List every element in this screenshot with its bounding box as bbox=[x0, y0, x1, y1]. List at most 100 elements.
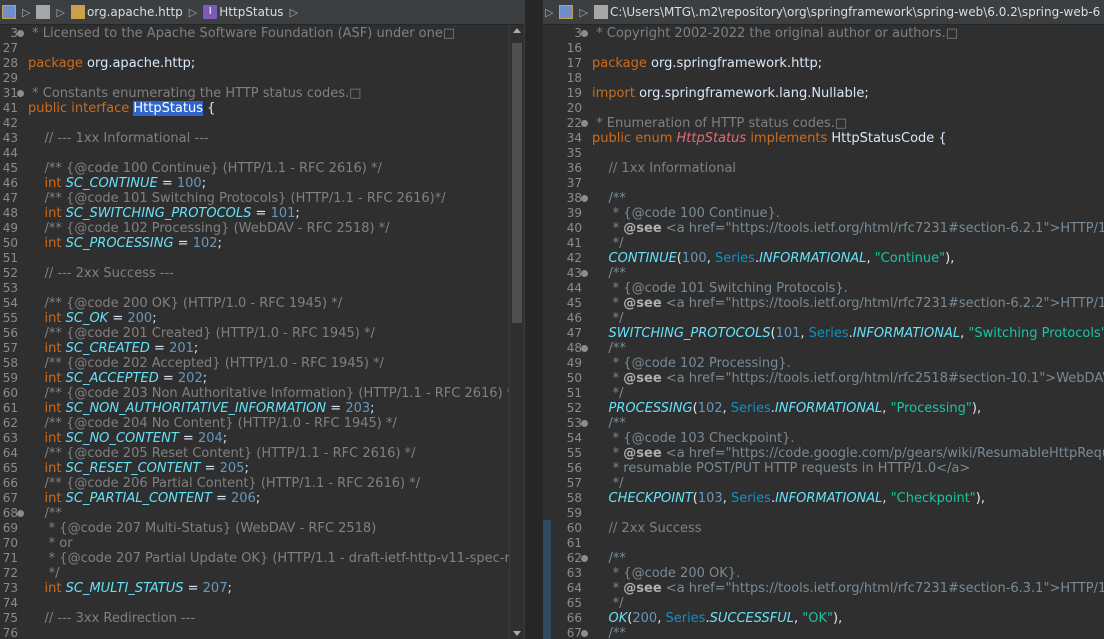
scroll-down-icon[interactable] bbox=[513, 631, 521, 636]
code-line[interactable]: 52 PROCESSING(102, Series.INFORMATIONAL,… bbox=[567, 401, 1104, 416]
code-line[interactable]: 68 /** bbox=[3, 506, 510, 521]
fold-toggle-icon[interactable] bbox=[581, 30, 588, 37]
code-line[interactable]: 69 * {@code 207 Multi-Status} (WebDAV - … bbox=[3, 521, 510, 536]
code-line[interactable]: 16 bbox=[567, 41, 1104, 56]
code-line[interactable]: 28 package org.apache.http; bbox=[3, 56, 510, 71]
fold-toggle-icon[interactable] bbox=[581, 420, 588, 427]
code-line[interactable]: 42 CONTINUE(100, Series.INFORMATIONAL, "… bbox=[567, 251, 1104, 266]
left-editor-pane[interactable]: ▷ ▷ org.apache.http ▷ I HttpStatus ▷ 3 *… bbox=[0, 0, 524, 639]
code-line[interactable]: 63 int SC_NO_CONTENT = 204; bbox=[3, 431, 510, 446]
code-area[interactable]: 3 * Copyright 2002-2022 the original aut… bbox=[567, 25, 1104, 639]
fold-toggle-icon[interactable] bbox=[17, 90, 24, 97]
code-line[interactable]: 58 /** {@code 202 Accepted} (HTTP/1.0 - … bbox=[3, 356, 510, 371]
code-line[interactable]: 50 int SC_PROCESSING = 102; bbox=[3, 236, 510, 251]
code-line[interactable]: 53 bbox=[3, 281, 510, 296]
jar-icon[interactable] bbox=[36, 5, 51, 19]
code-line[interactable]: 66 /** {@code 206 Partial Content} (HTTP… bbox=[3, 476, 510, 491]
scroll-up-icon[interactable] bbox=[513, 28, 521, 33]
breadcrumb-package[interactable]: org.apache.http bbox=[87, 5, 185, 19]
pane-divider[interactable] bbox=[524, 0, 544, 639]
code-line[interactable]: 44 bbox=[3, 146, 510, 161]
code-line[interactable]: 37 bbox=[567, 176, 1104, 191]
breadcrumb-path[interactable]: C:\Users\MTG\.m2\repository\org\springfr… bbox=[610, 5, 1102, 19]
code-line[interactable]: 62 /** bbox=[567, 551, 1104, 566]
code-line[interactable]: 35 bbox=[567, 146, 1104, 161]
code-line[interactable]: 18 bbox=[567, 71, 1104, 86]
code-line[interactable]: 3 * Copyright 2002-2022 the original aut… bbox=[574, 26, 1104, 41]
fold-toggle-icon[interactable] bbox=[581, 345, 588, 352]
code-line[interactable]: 34 public enum HttpStatus implements Http… bbox=[567, 131, 1104, 146]
code-line[interactable]: 47 SWITCHING_PROTOCOLS(101, Series.INFOR… bbox=[567, 326, 1104, 341]
code-line[interactable]: 55 * @see <a href="https://code.google.c… bbox=[567, 446, 1104, 461]
code-line[interactable]: 59 int SC_ACCEPTED = 202; bbox=[3, 371, 510, 386]
code-line[interactable]: 44 * {@code 101 Switching Protocols}. bbox=[567, 281, 1104, 296]
vertical-scrollbar[interactable] bbox=[509, 25, 524, 639]
code-line[interactable]: 48 /** bbox=[567, 341, 1104, 356]
fold-toggle-icon[interactable] bbox=[17, 510, 24, 517]
code-line[interactable]: 54 * {@code 103 Checkpoint}. bbox=[567, 431, 1104, 446]
code-line[interactable]: 73 int SC_MULTI_STATUS = 207; bbox=[3, 581, 510, 596]
code-line[interactable]: 61 bbox=[567, 536, 1104, 551]
code-line[interactable]: 57 */ bbox=[567, 476, 1104, 491]
project-icon[interactable] bbox=[2, 5, 16, 19]
code-line[interactable]: 70 * or bbox=[3, 536, 510, 551]
code-line[interactable]: 47 /** {@code 101 Switching Protocols} (… bbox=[3, 191, 510, 206]
code-line[interactable]: 65 */ bbox=[567, 596, 1104, 611]
code-line[interactable]: 59 bbox=[567, 506, 1104, 521]
fold-toggle-icon[interactable] bbox=[581, 195, 588, 202]
code-line[interactable]: 56 /** {@code 201 Created} (HTTP/1.0 - R… bbox=[3, 326, 510, 341]
code-line[interactable]: 57 int SC_CREATED = 201; bbox=[3, 341, 510, 356]
code-line[interactable]: 45 * @see <a href="https://tools.ietf.or… bbox=[567, 296, 1104, 311]
code-line[interactable]: 53 /** bbox=[567, 416, 1104, 431]
code-line[interactable]: 62 /** {@code 204 No Content} (HTTP/1.0 … bbox=[3, 416, 510, 431]
code-line[interactable]: 51 */ bbox=[567, 386, 1104, 401]
code-line[interactable]: 60 /** {@code 203 Non Authoritative Info… bbox=[3, 386, 518, 401]
chevron-right-icon[interactable]: ▷ bbox=[52, 6, 68, 19]
code-line[interactable]: 76 bbox=[3, 626, 510, 639]
code-line[interactable]: 41 */ bbox=[567, 236, 1104, 251]
code-line[interactable]: 50 * @see <a href="https://tools.ietf.or… bbox=[567, 371, 1104, 386]
chevron-right-icon[interactable]: ▷ bbox=[18, 6, 34, 19]
breadcrumb-class[interactable]: HttpStatus bbox=[219, 5, 285, 19]
chevron-right-icon[interactable]: ▷ bbox=[185, 6, 201, 19]
code-line[interactable]: 20 bbox=[567, 101, 1104, 116]
project-icon[interactable] bbox=[559, 5, 574, 19]
code-line[interactable]: 55 int SC_OK = 200; bbox=[3, 311, 510, 326]
code-line[interactable]: 17 package org.springframework.http; bbox=[567, 56, 1104, 71]
code-line[interactable]: 19 import org.springframework.lang.Nullab… bbox=[567, 86, 1104, 101]
code-line[interactable]: 46 int SC_CONTINUE = 100; bbox=[3, 176, 510, 191]
scrollbar-thumb[interactable] bbox=[512, 43, 522, 323]
code-line[interactable]: 65 int SC_RESET_CONTENT = 205; bbox=[3, 461, 510, 476]
code-editor[interactable]: 3 * Copyright 2002-2022 the original aut… bbox=[543, 25, 1104, 639]
code-line[interactable]: 36 // 1xx Informational bbox=[567, 161, 1104, 176]
code-line[interactable]: 42 bbox=[3, 116, 510, 131]
right-editor-pane[interactable]: ▷ ▷ C:\Users\MTG\.m2\repository\org\spri… bbox=[543, 0, 1104, 639]
code-line[interactable]: 45 /** {@code 100 Continue} (HTTP/1.1 - … bbox=[3, 161, 510, 176]
fold-toggle-icon[interactable] bbox=[581, 630, 588, 637]
fold-toggle-icon[interactable] bbox=[17, 30, 24, 37]
code-line[interactable]: 75 // --- 3xx Redirection --- bbox=[3, 611, 510, 626]
chevron-right-icon[interactable]: ▷ bbox=[575, 6, 591, 19]
code-line[interactable]: 71 * {@code 207 Partial Update OK} (HTTP… bbox=[3, 551, 524, 566]
code-line[interactable]: 49 * {@code 102 Processing}. bbox=[567, 356, 1104, 371]
code-line[interactable]: 41 public interface HttpStatus { bbox=[3, 101, 510, 116]
code-line[interactable]: 27 bbox=[3, 41, 510, 56]
code-line[interactable]: 66 OK(200, Series.SUCCESSFUL, "OK"), bbox=[567, 611, 1104, 626]
code-line[interactable]: 51 bbox=[3, 251, 510, 266]
code-line[interactable]: 43 /** bbox=[567, 266, 1104, 281]
code-line[interactable]: 72 */ bbox=[3, 566, 510, 581]
code-area[interactable]: 3 * Licensed to the Apache Software Foun… bbox=[3, 25, 524, 639]
code-line[interactable]: 56 * resumable POST/PUT HTTP requests in… bbox=[567, 461, 1104, 476]
fold-toggle-icon[interactable] bbox=[581, 120, 588, 127]
chevron-right-icon[interactable]: ▷ bbox=[543, 6, 557, 19]
code-line[interactable]: 54 /** {@code 200 OK} (HTTP/1.0 - RFC 19… bbox=[3, 296, 510, 311]
code-line[interactable]: 74 bbox=[3, 596, 510, 611]
code-line[interactable]: 3 * Licensed to the Apache Software Foun… bbox=[10, 26, 510, 41]
code-line[interactable]: 48 int SC_SWITCHING_PROTOCOLS = 101; bbox=[3, 206, 510, 221]
code-line[interactable]: 67 /** bbox=[567, 626, 1104, 639]
code-editor[interactable]: 3 * Licensed to the Apache Software Foun… bbox=[0, 25, 524, 639]
fold-toggle-icon[interactable] bbox=[581, 555, 588, 562]
code-line[interactable]: 22 * Enumeration of HTTP status codes.□ bbox=[567, 116, 1104, 131]
code-line[interactable]: 38 /** bbox=[567, 191, 1104, 206]
code-line[interactable]: 64 /** {@code 205 Reset Content} (HTTP/1… bbox=[3, 446, 510, 461]
